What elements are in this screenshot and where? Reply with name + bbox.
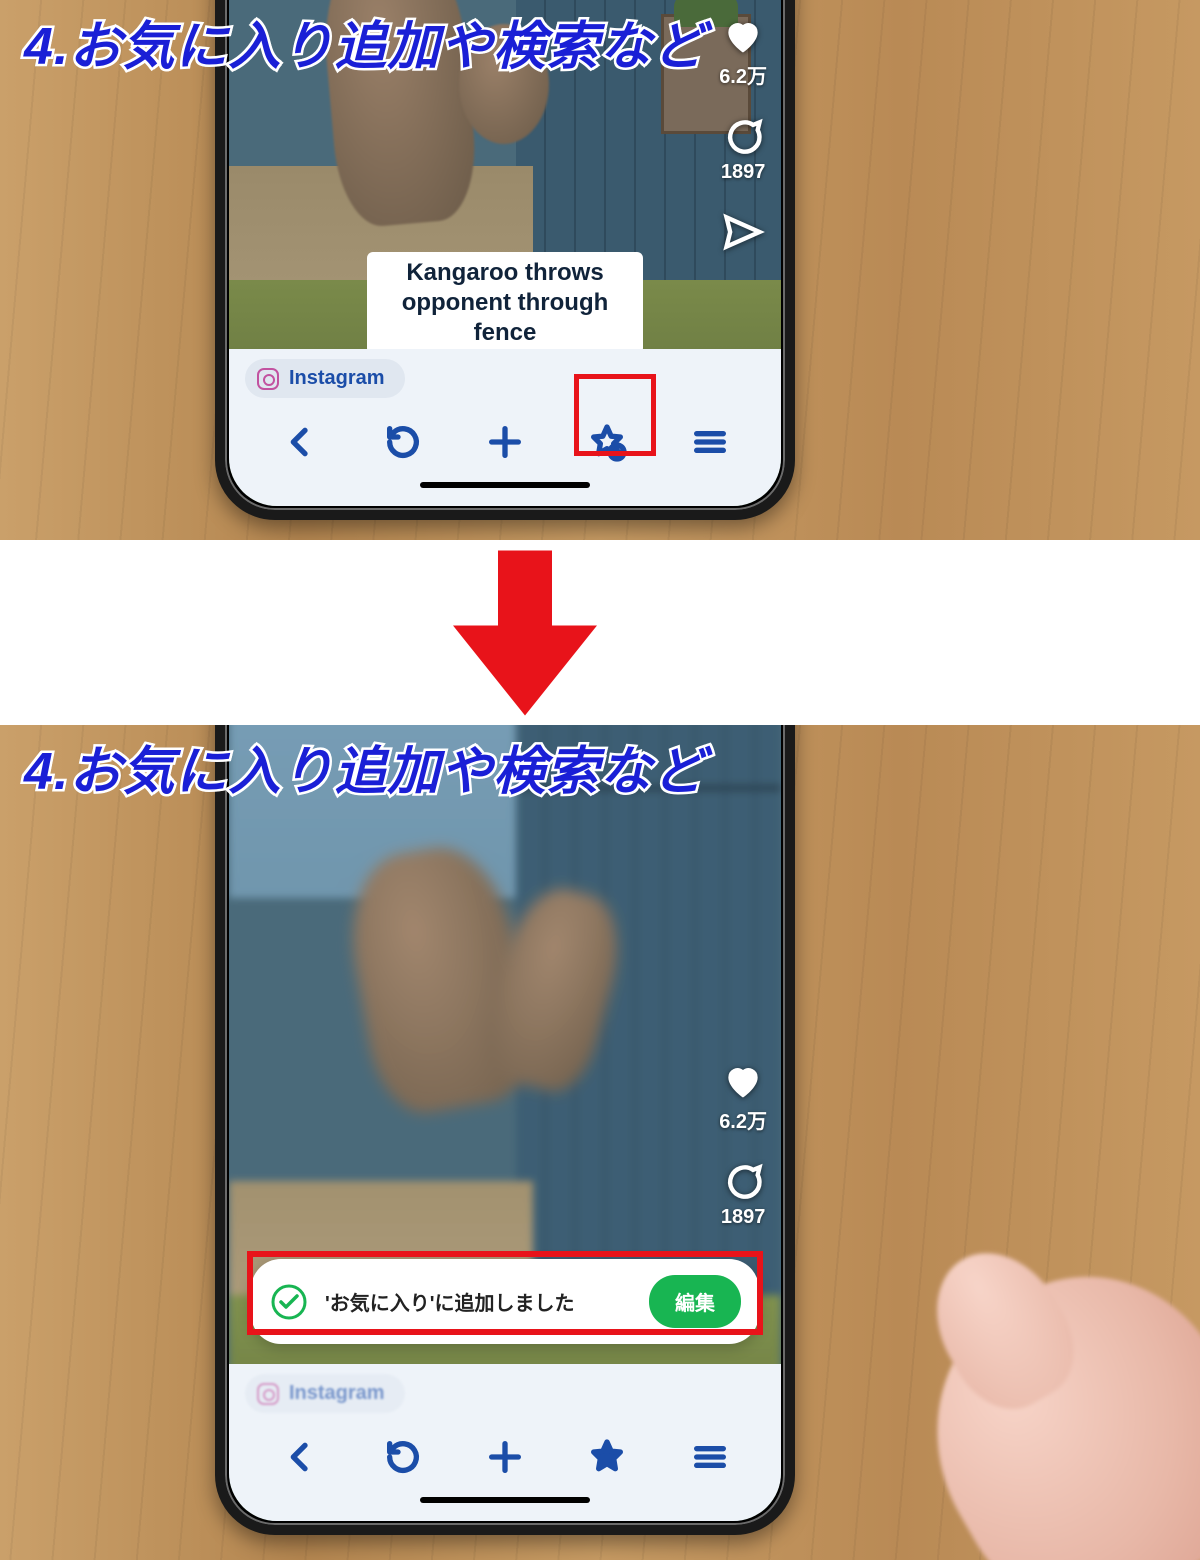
comment-icon [721,1160,765,1204]
step-heading: 4.お気に入り追加や検索など [24,729,705,804]
chevron-left-icon [280,1437,320,1477]
like-count: 6.2万 [719,60,767,89]
back-button[interactable] [274,416,326,468]
reload-icon [383,1437,423,1477]
url-chip-label: Instagram [289,1382,385,1405]
favorite-button[interactable] [581,1431,633,1483]
url-chip[interactable]: Instagram [245,359,405,398]
share-icon [721,210,765,254]
share-button[interactable] [719,210,767,254]
home-indicator[interactable] [420,1497,590,1503]
comment-button[interactable]: 1897 [719,1160,767,1229]
like-button[interactable]: 6.2万 [719,1059,767,1134]
back-button[interactable] [274,1431,326,1483]
hamburger-icon [690,422,730,462]
star-filled-icon [587,1437,627,1477]
plus-icon [485,1437,525,1477]
like-count: 6.2万 [719,1105,767,1134]
phone-frame: 6.2万 1897 'お気に入り'に追加しました 編集 I [215,725,795,1535]
hamburger-icon [690,1437,730,1477]
heart-icon [721,1059,765,1103]
browser-chrome: Instagram [229,349,781,506]
social-actions: 6.2万 1897 [719,1059,767,1255]
like-button[interactable]: 6.2万 [719,14,767,89]
browser-chrome: Instagram [229,1364,781,1521]
home-indicator[interactable] [420,482,590,488]
browser-toolbar [245,398,765,474]
instagram-icon [257,1383,279,1405]
video-caption: Kangaroo throws opponent through fence [367,252,643,354]
plus-icon [485,422,525,462]
instagram-icon [257,368,279,390]
reload-button[interactable] [377,416,429,468]
add-button[interactable] [479,416,531,468]
url-chip-label: Instagram [289,367,385,390]
comment-button[interactable]: 1897 [719,115,767,184]
menu-button[interactable] [684,416,736,468]
add-button[interactable] [479,1431,531,1483]
highlight-toast [247,1251,763,1335]
social-actions: 6.2万 1897 [719,14,767,280]
menu-button[interactable] [684,1431,736,1483]
down-arrow-icon [450,548,600,718]
browser-toolbar [245,1413,765,1489]
comment-count: 1897 [719,1206,767,1229]
phone-screen: 6.2万 1897 'お気に入り'に追加しました 編集 I [229,725,781,1521]
reload-icon [383,422,423,462]
url-chip[interactable]: Instagram [245,1374,405,1413]
tutorial-step-before: 6.2万 1897 Kangaroo throws opponent throu… [0,0,1200,540]
comment-count: 1897 [719,161,767,184]
transition-band [0,540,1200,725]
comment-icon [721,115,765,159]
highlight-favorite-button [574,374,656,456]
chevron-left-icon [280,422,320,462]
step-heading: 4.お気に入り追加や検索など [24,4,705,79]
tutorial-step-after: 6.2万 1897 'お気に入り'に追加しました 編集 I [0,725,1200,1560]
reload-button[interactable] [377,1431,429,1483]
heart-icon [721,14,765,58]
